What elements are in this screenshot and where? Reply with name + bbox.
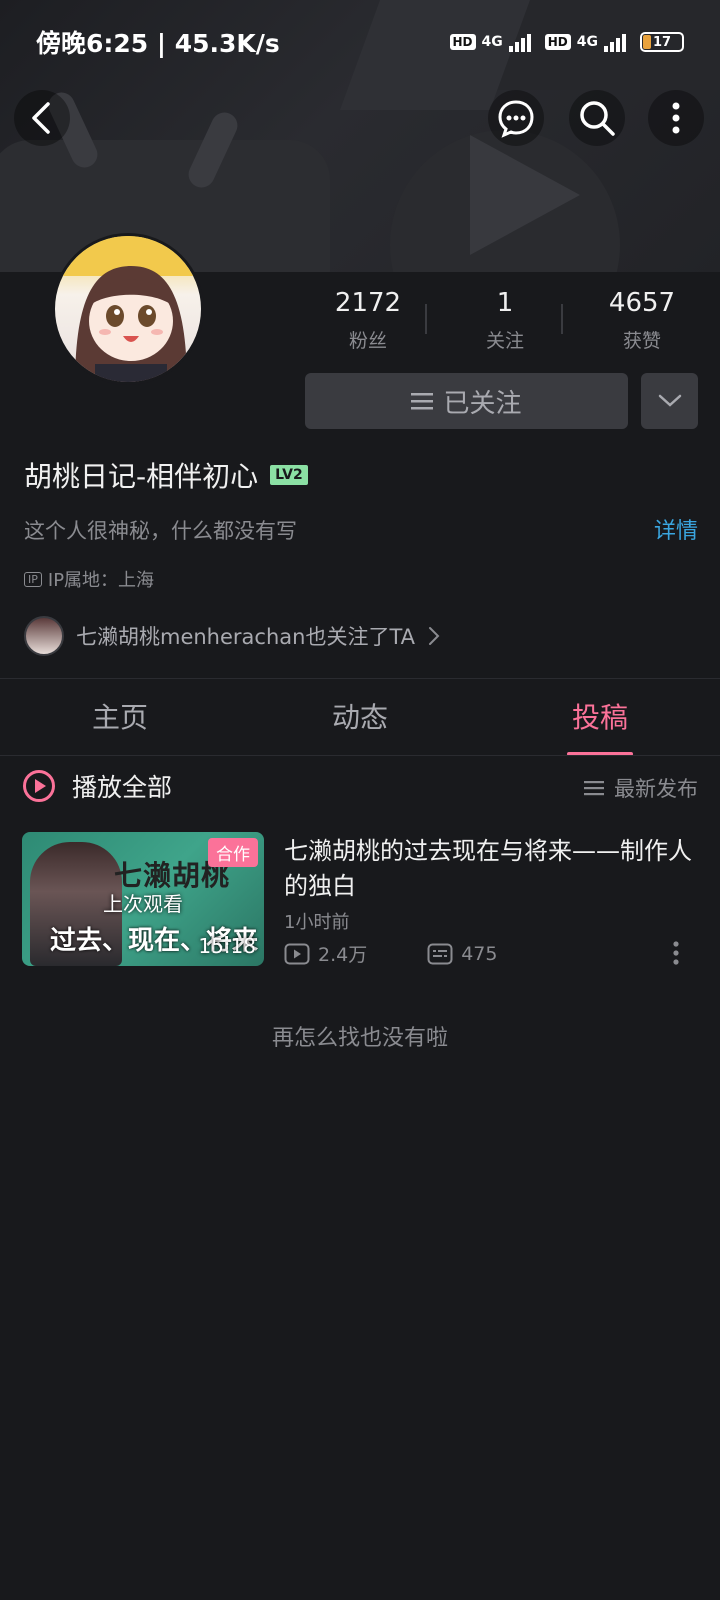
profile-name: 胡桃日记-相伴初心 <box>24 460 259 493</box>
tab-dynamic[interactable]: 动态 <box>240 680 480 756</box>
top-nav <box>0 86 720 150</box>
battery-level: 17 <box>652 34 672 50</box>
ip-icon: IP <box>24 571 42 587</box>
play-circle-icon <box>23 770 55 802</box>
stat-likes[interactable]: 4657 获赞 <box>574 288 710 353</box>
menu-lines-icon <box>411 393 434 410</box>
signal-icon <box>604 32 626 52</box>
back-button[interactable] <box>14 90 70 146</box>
sort-label: 最新发布 <box>614 777 698 801</box>
stat-label: 关注 <box>485 330 524 352</box>
chevron-down-icon <box>658 394 681 407</box>
status-bar: 傍晚6:25 | 45.3K/s HD 4G HD 4G 17 <box>0 0 720 84</box>
tab-uploads[interactable]: 投稿 <box>480 680 720 756</box>
sort-lines-icon <box>584 781 604 796</box>
more-vertical-icon <box>673 941 679 965</box>
stat-label: 获赞 <box>622 330 661 352</box>
profile-bio: 这个人很神秘，什么都没有写 <box>24 519 297 543</box>
stat-value: 2172 <box>334 288 402 318</box>
stat-value: 4657 <box>608 288 676 318</box>
stat-label: 粉丝 <box>348 330 387 352</box>
video-publish-time: 1小时前 <box>284 912 350 933</box>
stat-divider <box>425 304 427 334</box>
video-meta: 2.4万 475 <box>284 940 497 967</box>
more-vertical-icon <box>672 102 680 134</box>
avatar-image <box>55 236 201 382</box>
divider <box>0 755 720 756</box>
network-type: 4G <box>576 34 598 50</box>
play-count: 2.4万 <box>284 940 367 967</box>
chevron-left-icon <box>32 102 50 134</box>
level-badge: LV2 <box>270 465 308 485</box>
last-watched-label: 上次观看 <box>103 892 183 916</box>
danmaku-icon <box>427 943 453 964</box>
stat-following[interactable]: 1 关注 <box>437 288 573 353</box>
followed-button[interactable]: 已关注 <box>305 373 628 429</box>
more-button[interactable] <box>648 90 704 146</box>
mutual-follow-text: 七濑胡桃menherachan也关注了TA <box>76 625 416 649</box>
video-list-item[interactable]: 七濑胡桃 过去、现在、将来 合作 上次观看 15:18 七濑胡桃的过去现在与将来… <box>22 832 702 966</box>
collab-badge: 合作 <box>208 838 258 867</box>
video-more-button[interactable] <box>672 940 680 970</box>
signal-icon <box>508 32 531 52</box>
search-button[interactable] <box>569 90 625 146</box>
stat-divider <box>561 304 563 334</box>
chevron-right-icon <box>429 627 440 645</box>
followed-label: 已关注 <box>443 388 522 419</box>
follow-dropdown-button[interactable] <box>641 373 698 429</box>
hd-badge: HD <box>544 34 571 50</box>
detail-link[interactable]: 详情 <box>654 513 698 545</box>
battery-icon: 17 <box>640 32 684 52</box>
mutual-avatar <box>24 616 64 656</box>
ip-location: IP IP属地：上海 <box>24 566 154 592</box>
hd-badge: HD <box>449 34 476 50</box>
chat-bubble-icon <box>498 100 534 138</box>
end-of-list-text: 再怎么找也没有啦 <box>271 1026 448 1051</box>
ip-location-text: IP属地：上海 <box>47 570 155 591</box>
play-all-button[interactable]: 播放全部 <box>22 768 172 804</box>
sort-button[interactable]: 最新发布 <box>584 773 698 803</box>
stat-value: 1 <box>496 288 514 318</box>
comment-count-value: 475 <box>461 942 498 965</box>
status-time: 傍晚6:25 | 45.3K/s <box>36 29 280 58</box>
mutual-follow-row[interactable]: 七濑胡桃menherachan也关注了TA <box>24 616 441 656</box>
divider <box>0 678 720 679</box>
message-button[interactable] <box>488 90 544 146</box>
video-title[interactable]: 七濑胡桃的过去现在与将来——制作人的独白 <box>284 834 704 904</box>
video-duration: 15:18 <box>198 934 256 958</box>
comment-count: 475 <box>427 940 497 967</box>
avatar[interactable] <box>52 233 204 385</box>
video-thumbnail[interactable]: 七濑胡桃 过去、现在、将来 合作 上次观看 15:18 <box>22 832 264 966</box>
play-count-value: 2.4万 <box>318 944 368 966</box>
play-box-icon <box>284 943 310 964</box>
tab-home[interactable]: 主页 <box>0 680 240 756</box>
profile-stats: 2172 粉丝 1 关注 4657 获赞 <box>300 288 710 353</box>
profile-tabs: 主页 动态 投稿 <box>0 680 720 756</box>
status-icons: HD 4G HD 4G 17 <box>449 32 684 52</box>
profile-name-row: 胡桃日记-相伴初心 LV2 <box>24 455 308 495</box>
stat-fans[interactable]: 2172 粉丝 <box>300 288 436 353</box>
play-all-label: 播放全部 <box>72 773 173 802</box>
search-icon <box>580 101 615 136</box>
network-type: 4G <box>481 34 503 50</box>
